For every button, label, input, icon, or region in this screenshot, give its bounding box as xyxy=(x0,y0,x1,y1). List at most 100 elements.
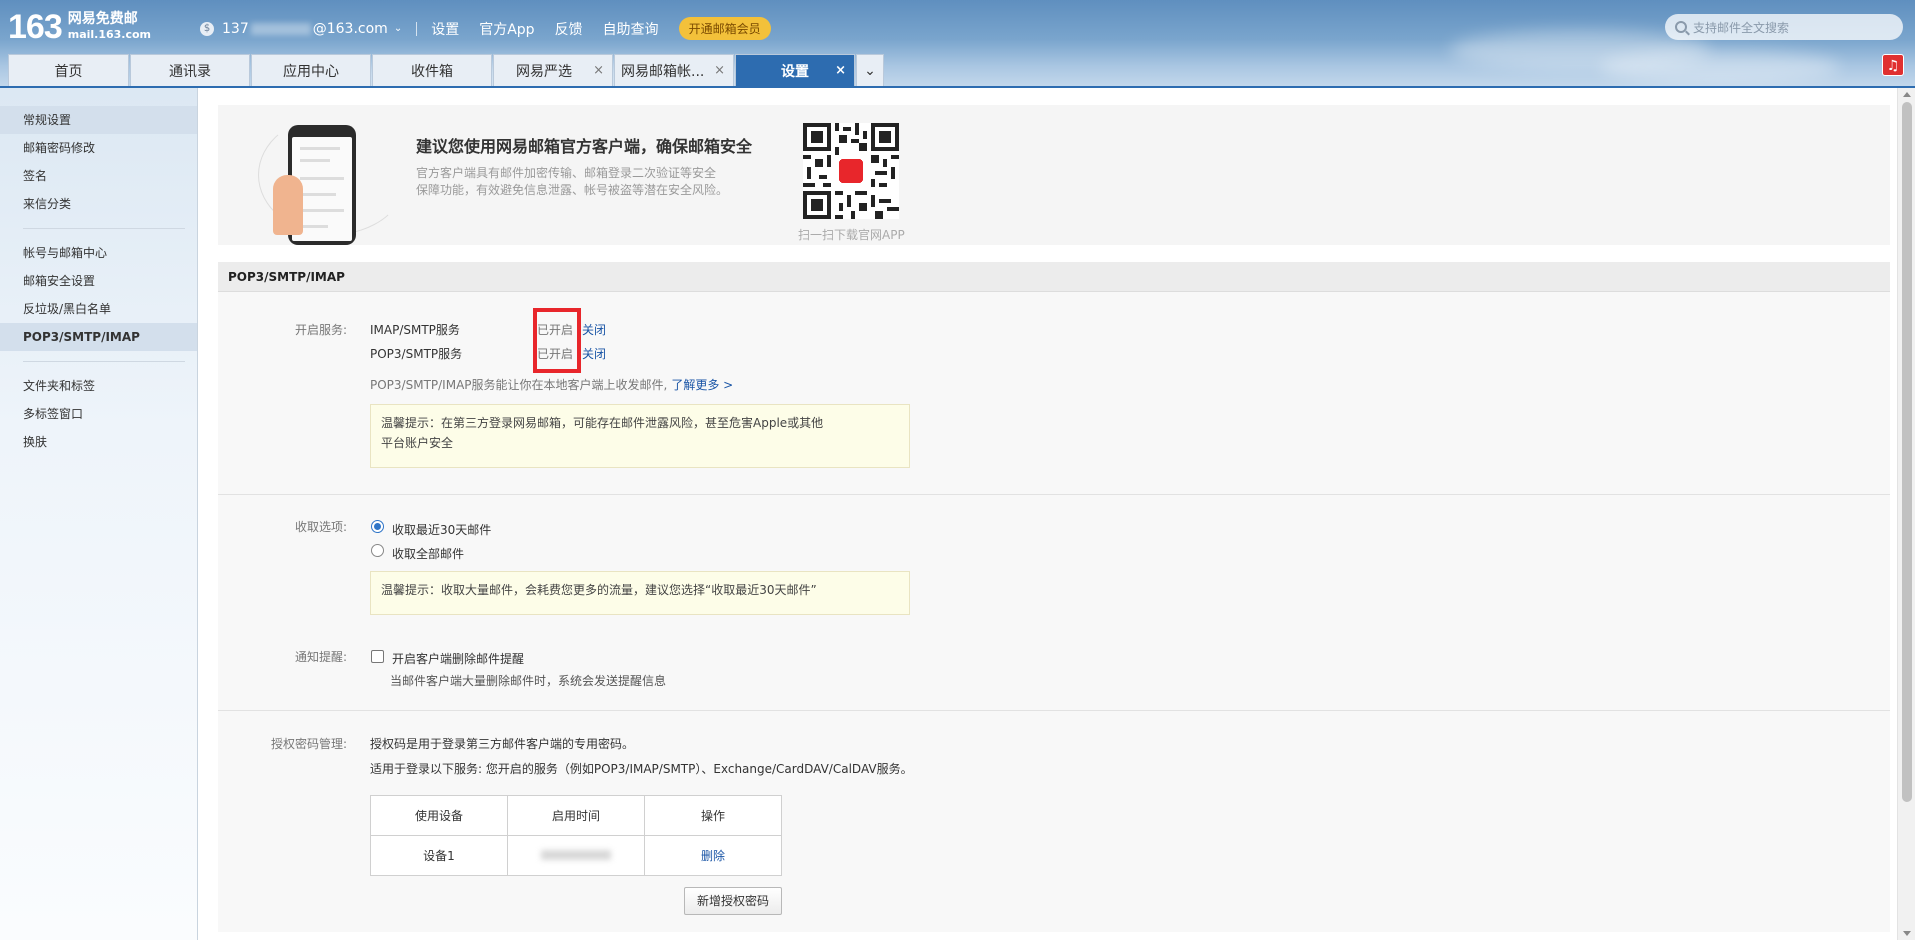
tab-label: 收件箱 xyxy=(411,63,453,80)
column-header: 操作 xyxy=(644,795,782,836)
radio-all-mail[interactable] xyxy=(371,544,384,557)
chevron-down-icon: ⌄ xyxy=(864,62,876,79)
service-close-link[interactable]: 关闭 xyxy=(582,321,606,338)
scroll-up-icon[interactable] xyxy=(1903,92,1911,97)
sidebar-item-account-center[interactable]: 帐号与邮箱中心 xyxy=(0,239,197,267)
enabled-time-cell xyxy=(507,835,645,876)
traffic-tip: 温馨提示：收取大量邮件，会耗费您更多的流量，建议您选择“收取最近30天邮件” xyxy=(370,571,910,615)
search-input[interactable]: 支持邮件全文搜索 xyxy=(1665,14,1903,40)
redacted-time xyxy=(541,849,611,860)
tab-more-button[interactable]: ⌄ xyxy=(856,54,884,86)
close-icon[interactable]: × xyxy=(714,63,725,78)
banner-description: 官方客户端具有邮件加密传输、邮箱登录二次验证等安全 保障功能，有效避免信息泄露、… xyxy=(416,165,736,199)
tab-bar: 首页 通讯录 应用中心 收件箱 网易严选 × 网易邮箱帐... × 设置 × ⌄ xyxy=(8,54,885,86)
tab-account[interactable]: 网易邮箱帐... × xyxy=(614,54,734,86)
radio-recent-30-label[interactable]: 收取最近30天邮件 xyxy=(392,521,491,538)
brand-logo[interactable]: 163 网易免费邮 mail.163.com xyxy=(8,10,151,44)
close-icon[interactable]: × xyxy=(835,63,846,78)
banner-title: 建议您使用网易邮箱官方客户端，确保邮箱安全 xyxy=(416,137,753,156)
qr-caption: 扫一扫下载官网APP xyxy=(798,228,905,242)
top-nav: $ 137 @163.com ⌄ 设置 官方App 反馈 自助查询 开通邮箱会员 xyxy=(200,17,771,40)
sidebar-item-pop3[interactable]: POP3/SMTP/IMAP xyxy=(0,323,197,351)
sidebar-item-security[interactable]: 邮箱安全设置 xyxy=(0,267,197,295)
section-divider xyxy=(218,494,1890,495)
sidebar-item-folders[interactable]: 文件夹和标签 xyxy=(0,372,197,400)
sidebar-item-skin[interactable]: 换肤 xyxy=(0,428,197,456)
notify-option-label[interactable]: 开启客户端删除邮件提醒 xyxy=(392,650,524,667)
tip-line: 温馨提示：在第三方登录网易邮箱，可能存在邮件泄露风险，甚至危害Apple或其他 xyxy=(381,416,824,430)
auth-label: 授权密码管理: xyxy=(270,737,347,751)
radio-all-mail-label[interactable]: 收取全部邮件 xyxy=(392,545,464,562)
search-icon xyxy=(1675,21,1687,33)
scrollbar[interactable] xyxy=(1897,88,1915,940)
column-header: 启用时间 xyxy=(507,795,645,836)
add-auth-code-button[interactable]: 新增授权密码 xyxy=(684,887,782,915)
sidebar-item-signature[interactable]: 签名 xyxy=(0,162,197,190)
learn-more-link[interactable]: 了解更多 > xyxy=(671,378,733,392)
sidebar-item-filters[interactable]: 来信分类 xyxy=(0,190,197,218)
sidebar-divider xyxy=(23,361,185,362)
logo-title: 网易免费邮 xyxy=(67,11,138,27)
nav-app-link[interactable]: 官方App xyxy=(479,19,534,39)
client-banner: 建议您使用网易邮箱官方客户端，确保邮箱安全 官方客户端具有邮件加密传输、邮箱登录… xyxy=(218,105,1890,245)
divider xyxy=(416,21,418,36)
tab-label: 首页 xyxy=(54,63,83,80)
hand-illustration xyxy=(273,175,303,235)
coin-icon[interactable]: $ xyxy=(200,21,214,36)
tab-contacts[interactable]: 通讯录 xyxy=(130,54,250,86)
radio-recent-30[interactable] xyxy=(371,520,384,533)
scrollbar-thumb[interactable] xyxy=(1902,102,1912,802)
tab-label: 设置 xyxy=(781,63,809,80)
delete-link[interactable]: 删除 xyxy=(701,849,725,863)
tab-label: 应用中心 xyxy=(283,63,339,80)
sidebar-item-multitab[interactable]: 多标签窗口 xyxy=(0,400,197,428)
settings-sidebar: 常规设置 邮箱密码修改 签名 来信分类 帐号与邮箱中心 邮箱安全设置 反垃圾/黑… xyxy=(0,88,198,940)
column-header: 使用设备 xyxy=(370,795,508,836)
chevron-down-icon: ⌄ xyxy=(393,23,403,34)
nav-feedback-link[interactable]: 反馈 xyxy=(555,19,583,39)
service-note: POP3/SMTP/IMAP服务能让你在本地客户端上收发邮件, 了解更多 > xyxy=(370,376,733,393)
device-cell: 设备1 xyxy=(370,835,508,876)
notify-description: 当邮件客户端大量删除邮件时，系统会发送提醒信息 xyxy=(390,674,667,688)
action-cell: 删除 xyxy=(644,835,782,876)
account-menu[interactable]: 137 @163.com ⌄ xyxy=(222,21,402,37)
sidebar-item-password[interactable]: 邮箱密码修改 xyxy=(0,134,197,162)
sidebar-item-general[interactable]: 常规设置 xyxy=(0,106,197,134)
service-note-text: POP3/SMTP/IMAP服务能让你在本地客户端上收发邮件, xyxy=(370,378,668,392)
tab-label: 网易严选 xyxy=(516,63,572,80)
tab-label: 通讯录 xyxy=(169,63,211,80)
highlight-box xyxy=(533,308,581,373)
notify-checkbox[interactable] xyxy=(371,650,384,663)
service-name: POP3/SMTP服务 xyxy=(370,347,463,361)
close-icon[interactable]: × xyxy=(593,63,604,78)
section-title: POP3/SMTP/IMAP xyxy=(218,262,1890,292)
qr-code[interactable] xyxy=(803,123,899,219)
tab-label: 网易邮箱帐... xyxy=(621,63,705,80)
logo-number: 163 xyxy=(8,8,63,46)
account-suffix: @163.com xyxy=(312,20,388,37)
logo-domain: mail.163.com xyxy=(67,28,152,41)
tab-home[interactable]: 首页 xyxy=(8,54,129,86)
tab-inbox[interactable]: 收件箱 xyxy=(372,54,492,86)
banner-desc-line: 保障功能，有效避免信息泄露、帐号被盗等潜在安全风险。 xyxy=(416,183,729,197)
table-row: 设备1 删除 xyxy=(370,835,782,876)
auth-description: 授权码是用于登录第三方邮件客户端的专用密码。 xyxy=(370,737,635,751)
tab-settings[interactable]: 设置 × xyxy=(735,54,855,86)
tab-yanxuan[interactable]: 网易严选 × xyxy=(493,54,613,86)
service-close-link[interactable]: 关闭 xyxy=(582,345,606,362)
notify-label: 通知提醒: xyxy=(294,650,347,664)
table-header-row: 使用设备 启用时间 操作 xyxy=(370,795,782,836)
tip-line: 温馨提示：收取大量邮件，会耗费您更多的流量，建议您选择“收取最近30天邮件” xyxy=(381,583,817,597)
services-label: 开启服务: xyxy=(294,323,347,337)
scroll-down-icon[interactable] xyxy=(1903,931,1911,936)
sidebar-item-antispam[interactable]: 反垃圾/黑白名单 xyxy=(0,295,197,323)
banner-desc-line: 官方客户端具有邮件加密传输、邮箱登录二次验证等安全 xyxy=(416,166,717,180)
sidebar-divider xyxy=(23,228,185,229)
music-icon[interactable]: ♫ xyxy=(1882,54,1904,76)
auth-table: 使用设备 启用时间 操作 设备1 删除 xyxy=(370,795,782,876)
nav-settings-link[interactable]: 设置 xyxy=(431,19,459,39)
vip-button[interactable]: 开通邮箱会员 xyxy=(678,17,771,40)
tab-app-center[interactable]: 应用中心 xyxy=(251,54,371,86)
nav-selfhelp-link[interactable]: 自助查询 xyxy=(603,19,659,39)
receive-label: 收取选项: xyxy=(294,520,347,534)
